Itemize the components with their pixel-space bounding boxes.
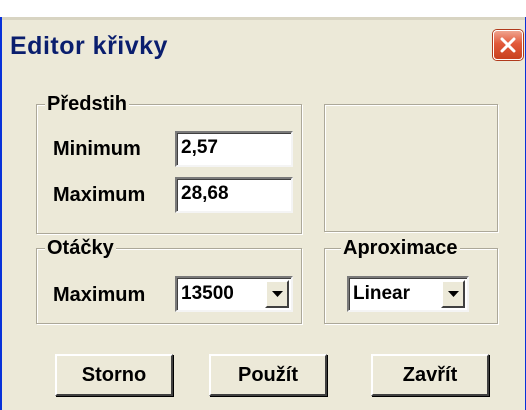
pouzit-button[interactable]: Použít (209, 354, 327, 396)
title-bar[interactable]: Editor křivky (2, 17, 525, 73)
storno-button[interactable]: Storno (55, 354, 173, 396)
otacky-group-legend: Otáčky (45, 237, 116, 259)
otacky-maximum-value: 13500 (181, 283, 234, 304)
close-button[interactable] (493, 30, 523, 60)
predstih-minimum-label: Minimum (53, 138, 141, 160)
empty-group-box (324, 104, 498, 232)
triangle-down-icon (272, 291, 283, 297)
predstih-group-legend: Předstih (45, 93, 130, 115)
aproximace-dropdown-button[interactable] (441, 280, 465, 308)
aproximace-group: Aproximace Linear (324, 237, 498, 324)
predstih-group: Předstih Minimum 2,57 Maximum 28,68 (36, 93, 302, 234)
predstih-maximum-label: Maximum (53, 184, 146, 206)
close-x-icon (500, 37, 516, 53)
otacky-maximum-combobox[interactable]: 13500 (175, 276, 293, 312)
zavrit-button[interactable]: Zavřít (371, 354, 489, 396)
aproximace-combobox[interactable]: Linear (347, 276, 469, 312)
aproximace-value: Linear (353, 283, 411, 304)
aproximace-group-legend: Aproximace (341, 237, 460, 259)
otacky-dropdown-button[interactable] (265, 280, 289, 308)
predstih-maximum-input[interactable]: 28,68 (175, 177, 293, 213)
triangle-down-icon (448, 291, 459, 297)
window-title: Editor křivky (10, 32, 168, 60)
otacky-group: Otáčky Maximum 13500 (36, 237, 302, 324)
curve-editor-dialog: Editor křivky Předstih Minimum 2,57 Maxi… (0, 17, 526, 410)
otacky-maximum-label: Maximum (53, 284, 146, 306)
predstih-minimum-input[interactable]: 2,57 (175, 131, 293, 167)
